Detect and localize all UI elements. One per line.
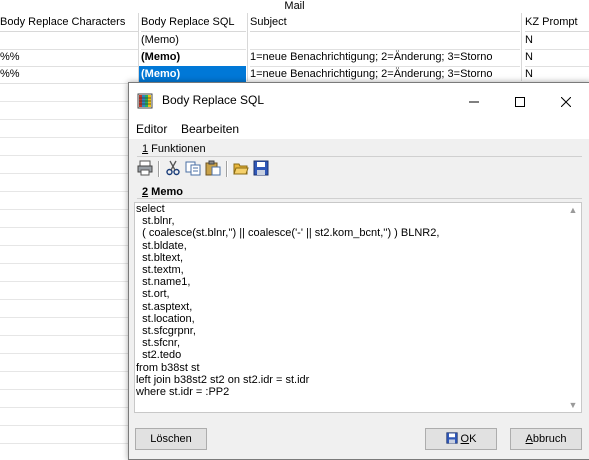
table-cell[interactable]: %% — [0, 49, 138, 67]
toolbar-separator — [158, 161, 160, 177]
close-icon — [560, 96, 572, 108]
col-header-body-replace-sql[interactable]: Body Replace SQL — [141, 13, 246, 32]
scroll-down-arrow-icon[interactable]: ▼ — [565, 399, 581, 411]
cancel-button[interactable]: Abbruch — [510, 428, 582, 450]
print-icon[interactable] — [137, 160, 153, 176]
cut-icon[interactable] — [165, 160, 181, 176]
section-divider — [137, 156, 582, 157]
delete-button[interactable]: Löschen — [135, 428, 207, 450]
grid-divider — [521, 13, 522, 81]
memo-label: 2 Memo — [142, 186, 183, 198]
menu-editor[interactable]: Editor — [136, 122, 167, 136]
app-grid-icon — [137, 93, 153, 109]
open-folder-icon[interactable] — [233, 160, 249, 176]
close-button[interactable] — [543, 83, 589, 119]
minimize-icon — [469, 101, 479, 103]
body-replace-sql-dialog: Body Replace SQL Editor Bearbeiten 1 Fun… — [128, 82, 589, 460]
col-header-kz-prompt[interactable]: KZ Prompt — [525, 13, 589, 32]
table-cell[interactable] — [0, 32, 138, 50]
cancel-label-rest: bbruch — [532, 433, 567, 445]
memo-textarea[interactable]: select st.blnr, ( coalesce(st.blnr,'') |… — [134, 202, 582, 413]
maximize-button[interactable] — [497, 83, 543, 119]
save-icon[interactable] — [253, 160, 269, 176]
memo-sql-text[interactable]: select st.blnr, ( coalesce(st.blnr,'') |… — [136, 203, 564, 398]
dialog-title: Body Replace SQL — [162, 93, 265, 107]
funktionen-label: 1 Funktionen — [142, 143, 206, 155]
copy-icon[interactable] — [185, 160, 201, 176]
maximize-icon — [515, 97, 525, 108]
ok-button[interactable]: OK — [425, 428, 497, 450]
paste-icon[interactable] — [205, 160, 221, 176]
grid-divider — [247, 13, 248, 81]
col-header-subject[interactable]: Subject — [250, 13, 520, 32]
table-cell[interactable]: N — [525, 32, 589, 50]
menu-bar: Editor Bearbeiten — [129, 119, 589, 139]
table-cell[interactable] — [250, 32, 520, 50]
memo-scrollbar[interactable]: ▲ ▼ — [565, 203, 581, 412]
cancel-hotkey: A — [525, 433, 533, 445]
toolbar-separator — [226, 161, 228, 177]
dialog-titlebar[interactable]: Body Replace SQL — [129, 83, 589, 119]
table-cell[interactable]: %% — [0, 66, 138, 84]
table-cell[interactable]: 1=neue Benachrichtigung; 2=Änderung; 3=S… — [250, 49, 520, 67]
ok-label-rest: K — [469, 433, 477, 445]
menu-bearbeiten[interactable]: Bearbeiten — [181, 122, 239, 136]
section-divider — [137, 198, 582, 199]
table-cell[interactable]: N — [525, 49, 589, 67]
memo-label-text: Memo — [148, 186, 183, 198]
table-cell[interactable]: (Memo) — [141, 49, 246, 67]
grid-title: Mail — [284, 0, 305, 12]
col-header-body-replace-characters[interactable]: Body Replace Characters — [0, 13, 138, 32]
scroll-up-arrow-icon[interactable]: ▲ — [565, 204, 581, 216]
minimize-button[interactable] — [451, 83, 497, 119]
table-cell[interactable]: (Memo) — [141, 32, 246, 50]
save-icon — [445, 432, 458, 444]
funktionen-label-text: Funktionen — [148, 143, 206, 155]
ok-hotkey: O — [460, 433, 470, 445]
toolbar — [134, 158, 584, 180]
